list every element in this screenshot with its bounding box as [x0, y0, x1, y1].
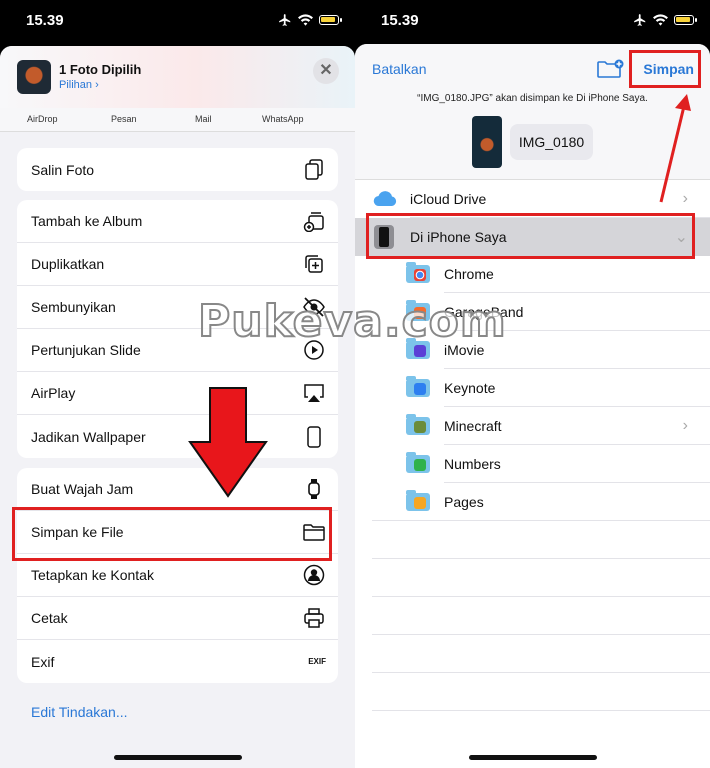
watermark: Pukeva.com	[197, 295, 507, 348]
action-buat-wajah-jam[interactable]: Buat Wajah Jam	[17, 468, 338, 511]
folder-numbers[interactable]: Numbers	[355, 445, 710, 483]
folder-icon	[406, 490, 430, 511]
action-jadikan-wallpaper[interactable]: Jadikan Wallpaper	[17, 415, 338, 458]
home-indicator	[469, 755, 597, 760]
file-thumbnail	[472, 116, 502, 168]
action-group-other: Buat Wajah Jam Simpan ke File Tetapkan k…	[17, 468, 338, 683]
highlight-box	[629, 50, 701, 88]
app-airdrop[interactable]: AirDrop	[27, 114, 58, 124]
new-folder-icon[interactable]	[596, 58, 624, 80]
folder-keynote[interactable]: Keynote	[355, 369, 710, 407]
cancel-button[interactable]: Batalkan	[372, 61, 426, 77]
battery-icon	[674, 15, 697, 25]
copy-icon	[302, 158, 326, 182]
photo-thumbnail	[17, 60, 51, 94]
printer-icon	[302, 606, 326, 630]
action-airplay[interactable]: AirPlay	[17, 372, 338, 415]
action-duplikatkan[interactable]: Duplikatkan	[17, 243, 338, 286]
exif-icon: EXIF	[308, 657, 326, 666]
action-cetak[interactable]: Cetak	[17, 597, 338, 640]
airplane-icon	[634, 14, 646, 26]
highlight-box	[12, 507, 332, 561]
folder-chrome[interactable]: Chrome	[355, 255, 710, 293]
chevron-right-icon: ›	[682, 417, 688, 434]
action-salin-foto[interactable]: Salin Foto	[17, 148, 338, 191]
close-button[interactable]: ✕	[313, 58, 339, 84]
watch-icon	[302, 477, 326, 501]
app-share-row: AirDrop Pesan Mail WhatsApp	[0, 108, 355, 132]
duplicate-icon	[302, 252, 326, 276]
folder-icon	[406, 262, 430, 283]
contact-icon	[302, 563, 326, 587]
folder-icon	[406, 414, 430, 435]
options-link[interactable]: Pilihan ›	[59, 79, 99, 91]
status-bar: 15.39	[355, 0, 710, 40]
share-sheet: 1 Foto Dipilih Pilihan › ✕ AirDrop Pesan…	[0, 46, 355, 768]
wifi-icon	[298, 14, 313, 26]
filename-field[interactable]: IMG_0180	[510, 124, 593, 160]
highlight-box	[366, 213, 695, 259]
folder-minecraft[interactable]: Minecraft ›	[355, 407, 710, 445]
folder-pages[interactable]: Pages	[355, 483, 710, 521]
airplane-icon	[279, 14, 291, 26]
red-arrow-up-icon	[659, 94, 691, 203]
app-whatsapp[interactable]: WhatsApp	[262, 114, 304, 124]
share-sheet-screen: 15.39 1 Foto Dipilih Pilihan › ✕ AirDrop…	[0, 0, 355, 768]
battery-icon	[319, 15, 342, 25]
action-group-copy: Salin Foto	[17, 148, 338, 191]
status-time: 15.39	[26, 12, 64, 29]
cloud-icon	[373, 191, 397, 207]
add-album-icon	[302, 209, 326, 233]
chevron-right-icon: ›	[95, 79, 99, 91]
edit-actions-link[interactable]: Edit Tindakan...	[31, 704, 128, 720]
status-time: 15.39	[381, 12, 419, 29]
folder-icon	[406, 376, 430, 397]
folder-icon	[406, 452, 430, 473]
selection-title: 1 Foto Dipilih	[59, 62, 142, 77]
share-header: 1 Foto Dipilih Pilihan › ✕	[0, 46, 355, 108]
wifi-icon	[653, 14, 668, 26]
app-mail[interactable]: Mail	[195, 114, 212, 124]
status-bar: 15.39	[0, 0, 355, 40]
phone-icon	[302, 425, 326, 449]
red-arrow-down-icon	[188, 387, 268, 498]
save-to-files-screen: 15.39 Batalkan Simpan “IMG_0180.JPG” aka…	[355, 0, 710, 768]
action-tambah-album[interactable]: Tambah ke Album	[17, 200, 338, 243]
home-indicator	[114, 755, 242, 760]
app-pesan[interactable]: Pesan	[111, 114, 137, 124]
airplay-icon	[302, 381, 326, 405]
action-exif[interactable]: Exif EXIF	[17, 640, 338, 683]
